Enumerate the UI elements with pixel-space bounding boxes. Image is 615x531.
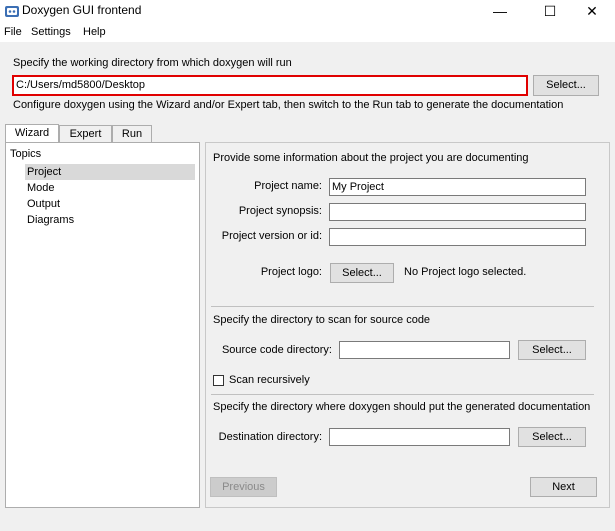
project-name-label: Project name: <box>254 180 322 192</box>
destination-dir-label: Destination directory: <box>218 431 322 443</box>
topics-header: Topics <box>10 148 42 160</box>
topic-output[interactable]: Output <box>27 198 60 210</box>
menu-settings[interactable]: Settings <box>31 26 71 38</box>
topics-panel <box>5 142 200 508</box>
project-logo-select-button[interactable]: Select... <box>330 263 394 283</box>
menu-help[interactable]: Help <box>83 26 106 38</box>
tab-wizard[interactable]: Wizard <box>5 124 59 142</box>
menu-file[interactable]: File <box>4 26 22 38</box>
project-intro: Provide some information about the proje… <box>213 152 529 164</box>
minimize-button[interactable]: — <box>477 0 523 22</box>
destination-dir-input[interactable] <box>329 428 510 446</box>
source-dir-select-button[interactable]: Select... <box>518 340 586 360</box>
topic-mode[interactable]: Mode <box>27 182 55 194</box>
project-logo-label: Project logo: <box>260 266 322 278</box>
doxygen-app-icon <box>5 6 19 17</box>
project-synopsis-label: Project synopsis: <box>238 205 322 217</box>
section-divider <box>211 394 594 395</box>
topic-diagrams[interactable]: Diagrams <box>27 214 74 226</box>
destination-dir-select-button[interactable]: Select... <box>518 427 586 447</box>
scan-recursively-checkbox[interactable] <box>213 375 224 386</box>
project-logo-status: No Project logo selected. <box>404 266 527 278</box>
previous-button[interactable]: Previous <box>210 477 277 497</box>
source-dir-input[interactable] <box>339 341 510 359</box>
maximize-button[interactable]: ☐ <box>527 0 573 22</box>
source-intro: Specify the directory to scan for source… <box>213 314 431 326</box>
project-version-input[interactable] <box>329 228 586 246</box>
workdir-select-button[interactable]: Select... <box>533 75 599 96</box>
source-dir-label: Source code directory: <box>221 344 332 356</box>
destination-intro: Specify the directory where doxygen shou… <box>213 401 591 413</box>
section-divider <box>211 306 594 307</box>
topic-project[interactable]: Project <box>27 166 61 178</box>
workdir-label: Specify the working directory from which… <box>13 57 292 69</box>
tab-run[interactable]: Run <box>112 125 152 142</box>
window-title: Doxygen GUI frontend <box>22 3 142 17</box>
project-name-input[interactable]: My Project <box>329 178 586 196</box>
scan-recursively-label: Scan recursively <box>229 374 310 386</box>
configure-instructions: Configure doxygen using the Wizard and/o… <box>13 99 564 111</box>
project-synopsis-input[interactable] <box>329 203 586 221</box>
tab-expert[interactable]: Expert <box>59 125 112 142</box>
next-button[interactable]: Next <box>530 477 597 497</box>
project-version-label: Project version or id: <box>221 230 322 242</box>
close-button[interactable]: ✕ <box>569 0 615 22</box>
workdir-input[interactable]: C:/Users/md5800/Desktop <box>12 75 528 96</box>
